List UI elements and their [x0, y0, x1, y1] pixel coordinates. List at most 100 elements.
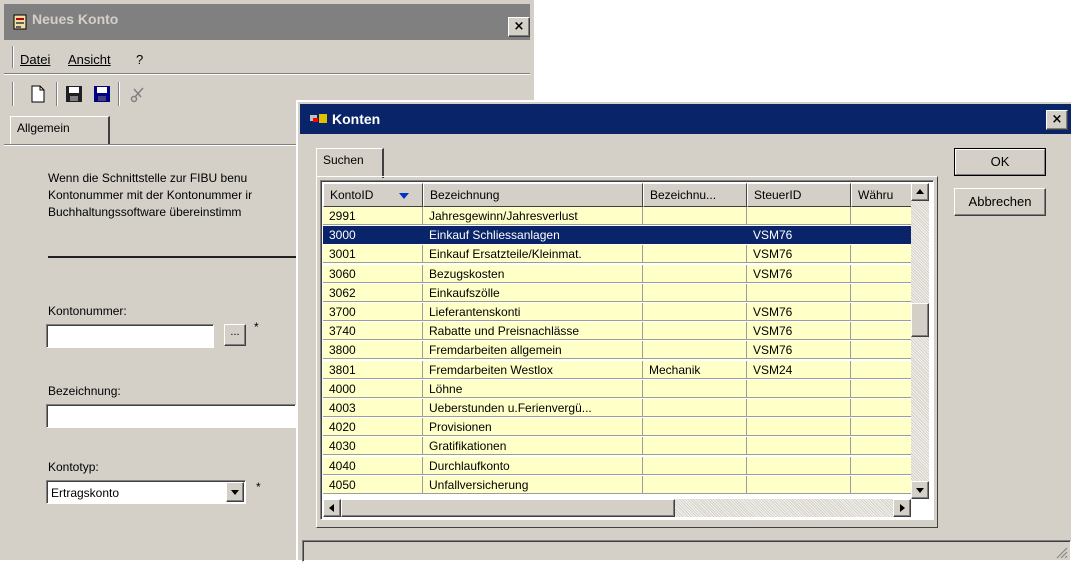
name-input[interactable]	[46, 404, 296, 428]
table-cell	[851, 303, 911, 321]
table-cell	[851, 245, 911, 264]
column-header[interactable]: Währu	[851, 183, 911, 207]
save-icon[interactable]	[64, 84, 84, 104]
close-button[interactable]: ×	[508, 17, 530, 37]
save-close-icon[interactable]	[92, 84, 112, 104]
table-cell: Einkauf Schliessanlagen	[423, 226, 643, 245]
table-cell	[747, 475, 851, 494]
vertical-scrollbar[interactable]	[911, 183, 929, 499]
browse-accounts-button[interactable]: ...	[224, 324, 246, 346]
table-cell: Jahresgewinn/Jahresverlust	[423, 207, 643, 225]
table-cell	[851, 341, 911, 360]
table-cell	[851, 418, 911, 437]
table-row[interactable]: 2991 Jahresgewinn/Jahresverlust	[323, 207, 911, 225]
table-row[interactable]: 3062 Einkaufszölle	[323, 283, 911, 302]
table-cell	[643, 341, 747, 360]
account-number-label: Kontonummer:	[48, 304, 127, 318]
table-cell	[851, 399, 911, 417]
column-header[interactable]: KontoID	[323, 183, 423, 207]
table-cell	[643, 418, 747, 437]
accounts-close-button[interactable]: ×	[1046, 110, 1068, 130]
tab-general[interactable]: Allgemein	[10, 116, 110, 146]
table-cell	[851, 476, 911, 494]
table-cell: 3700	[323, 303, 423, 321]
accounts-window-title: Konten	[332, 111, 381, 127]
table-cell: VSM76	[747, 264, 851, 283]
table-cell	[851, 457, 911, 475]
table-cell	[851, 265, 911, 283]
new-account-titlebar[interactable]: Neues Konto ×	[4, 4, 530, 40]
table-cell	[747, 418, 851, 437]
ok-button[interactable]: OK	[954, 148, 1046, 176]
browse-button-label: ...	[230, 326, 240, 338]
dropdown-button[interactable]	[226, 482, 244, 502]
sort-descending-icon	[399, 193, 409, 199]
table-cell	[747, 456, 851, 475]
table-row[interactable]: 3000 Einkauf Schliessanlagen VSM76	[323, 226, 911, 245]
table-row[interactable]: 3060 Bezugskosten VSM76	[323, 264, 911, 283]
menu-file[interactable]: Datei	[20, 52, 50, 67]
horizontal-scrollbar[interactable]	[323, 499, 911, 517]
column-header[interactable]: Bezeichnu...	[643, 183, 747, 207]
table-cell: 4040	[323, 456, 423, 475]
scroll-right-button[interactable]	[893, 499, 911, 517]
tab-general-label: Allgemein	[17, 121, 70, 135]
table-row[interactable]: 4040 Durchlaufkonto	[323, 456, 911, 475]
table-cell: 2991	[323, 207, 423, 225]
menu-view[interactable]: Ansicht	[68, 52, 111, 67]
accounts-titlebar[interactable]: Konten ×	[300, 104, 1071, 134]
column-header[interactable]: Bezeichnung	[423, 183, 643, 207]
scroll-up-button[interactable]	[911, 183, 929, 201]
table-row[interactable]: 4020 Provisionen	[323, 418, 911, 437]
table-cell: Ueberstunden u.Ferienvergü...	[423, 399, 643, 417]
resize-grip-icon[interactable]	[1054, 545, 1068, 559]
tab-search[interactable]: Suchen	[316, 148, 384, 178]
table-row[interactable]: 4003 Ueberstunden u.Ferienvergü...	[323, 399, 911, 417]
account-number-input[interactable]	[46, 324, 214, 348]
cancel-button-label: Abbrechen	[968, 194, 1032, 209]
accounts-grid: KontoID Bezeichnung Bezeichnu... SteuerID Wä…	[320, 180, 934, 520]
new-document-icon[interactable]	[28, 84, 48, 104]
required-mark: *	[254, 320, 259, 334]
table-cell: VSM76	[747, 303, 851, 321]
table-row[interactable]: 4000 Löhne	[323, 379, 911, 398]
table-row[interactable]: 3800 Fremdarbeiten allgemein VSM76	[323, 341, 911, 360]
table-cell	[643, 207, 747, 225]
table-cell: VSM76	[747, 322, 851, 341]
table-cell	[643, 264, 747, 283]
cancel-button[interactable]: Abbrechen	[954, 188, 1046, 216]
account-type-select[interactable]: Ertragskonto	[46, 480, 246, 504]
arrow-down-icon	[916, 488, 924, 493]
accounts-table: KontoID Bezeichnung Bezeichnu... SteuerID Wä…	[323, 183, 911, 499]
tab-search-label: Suchen	[323, 153, 364, 167]
table-cell: Bezugskosten	[423, 264, 643, 283]
column-header[interactable]: SteuerID	[747, 183, 851, 207]
table-row[interactable]: 3001 Einkauf Ersatzteile/Kleinmat. VSM76	[323, 245, 911, 264]
table-row[interactable]: 3700 Lieferantenskonti VSM76	[323, 303, 911, 321]
table-cell	[643, 245, 747, 264]
table-cell	[851, 322, 911, 341]
cut-icon[interactable]	[128, 84, 148, 104]
horizontal-scroll-thumb[interactable]	[341, 499, 675, 517]
table-cell	[851, 437, 911, 456]
table-cell	[747, 399, 851, 417]
table-cell	[643, 379, 747, 398]
vertical-scroll-thumb[interactable]	[911, 303, 929, 337]
table-row[interactable]: 3740 Rabatte und Preisnachlässe VSM76	[323, 322, 911, 341]
arrow-up-icon	[916, 189, 924, 194]
account-type-value: Ertragskonto	[51, 486, 120, 500]
table-cell: 3001	[323, 245, 423, 264]
table-cell: VSM76	[747, 341, 851, 360]
table-cell: Einkauf Ersatzteile/Kleinmat.	[423, 245, 643, 264]
table-cell: 3062	[323, 283, 423, 302]
table-cell	[747, 437, 851, 456]
close-icon: ×	[1051, 112, 1063, 127]
table-cell: Fremdarbeiten allgemein	[423, 341, 643, 360]
table-row[interactable]: 4030 Gratifikationen	[323, 437, 911, 456]
table-row[interactable]: 4050 Unfallversicherung	[323, 475, 911, 494]
table-cell: 3740	[323, 322, 423, 341]
table-row[interactable]: 3801 Fremdarbeiten Westlox Mechanik VSM24	[323, 360, 911, 379]
scroll-down-button[interactable]	[911, 481, 929, 499]
menu-help[interactable]: ?	[136, 52, 143, 67]
scroll-left-button[interactable]	[323, 499, 341, 517]
